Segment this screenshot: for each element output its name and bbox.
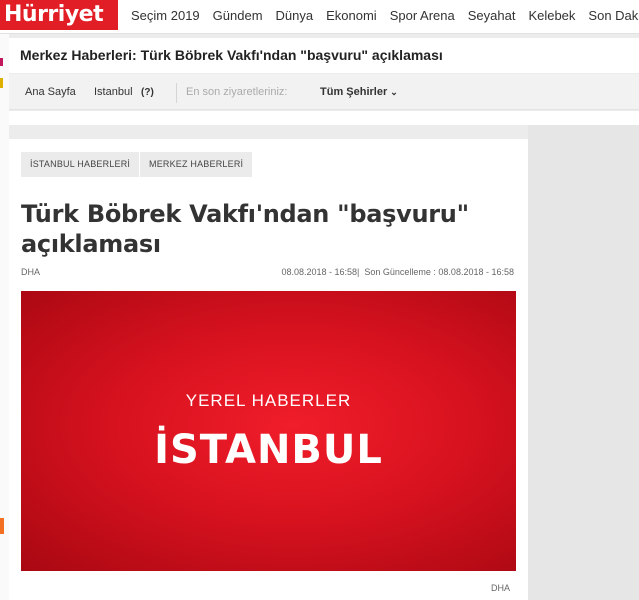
article-card: İSTANBUL HABERLERİ MERKEZ HABERLERİ Türk…: [9, 139, 528, 600]
section-title: Merkez Haberleri: Türk Böbrek Vakfı'ndan…: [20, 47, 443, 63]
nav-item-son-dakika[interactable]: Son Dakika: [588, 8, 639, 23]
main-nav: Seçim 2019 Gündem Dünya Ekonomi Spor Are…: [131, 0, 639, 30]
article-hero-image: YEREL HABERLER İSTANBUL: [21, 291, 516, 571]
ad-mark: [0, 58, 3, 66]
chevron-down-icon: ⌄: [390, 87, 398, 97]
article-headline: Türk Böbrek Vakfı'ndan "başvuru" açıklam…: [21, 200, 469, 258]
all-cities-label: Tüm Şehirler: [320, 86, 388, 98]
nav-item-spor-arena[interactable]: Spor Arena: [390, 8, 455, 23]
nav-item-kelebek[interactable]: Kelebek: [528, 8, 575, 23]
ad-mark: [0, 78, 3, 88]
section-header: Merkez Haberleri: Türk Böbrek Vakfı'ndan…: [9, 38, 639, 73]
tag-istanbul-haberleri[interactable]: İSTANBUL HABERLERİ: [21, 152, 140, 177]
nav-item-secim-2019[interactable]: Seçim 2019: [131, 8, 200, 23]
breadcrumb-divider: [176, 83, 177, 103]
updated-label: Son Güncelleme :: [364, 267, 436, 277]
header-spacer: [9, 111, 639, 125]
ad-mark: [0, 518, 4, 534]
article-dates: 08.08.2018 - 16:58| Son Güncelleme : 08.…: [281, 267, 514, 277]
recent-visits-label: En son ziyaretleriniz:: [186, 86, 288, 98]
updated-date: 08.08.2018 - 16:58: [438, 267, 514, 277]
hurriyet-logo[interactable]: Hürriyet: [0, 0, 118, 30]
nav-item-dunya[interactable]: Dünya: [276, 8, 314, 23]
breadcrumb-home[interactable]: Ana Sayfa: [25, 86, 76, 98]
all-cities-dropdown[interactable]: Tüm Şehirler ⌄: [320, 86, 398, 98]
breadcrumb-city[interactable]: Istanbul: [94, 86, 133, 98]
nav-item-ekonomi[interactable]: Ekonomi: [326, 8, 377, 23]
top-navigation-bar: Hürriyet Seçim 2019 Gündem Dünya Ekonomi…: [0, 0, 639, 34]
image-caption: DHA: [490, 583, 510, 593]
hero-subtitle: YEREL HABERLER: [185, 391, 352, 410]
right-sidebar: [528, 125, 639, 600]
tag-merkez-haberleri[interactable]: MERKEZ HABERLERİ: [140, 152, 253, 177]
breadcrumb: Ana Sayfa Istanbul (?) En son ziyaretler…: [9, 74, 639, 110]
article-source: DHA: [21, 267, 41, 277]
hero-title: İSTANBUL: [154, 427, 383, 473]
left-ad-strip: [0, 34, 9, 600]
published-date: 08.08.2018 - 16:58: [281, 267, 358, 277]
nav-item-gundem[interactable]: Gündem: [213, 8, 263, 23]
city-help-button[interactable]: (?): [141, 87, 154, 98]
nav-item-seyahat[interactable]: Seyahat: [468, 8, 516, 23]
